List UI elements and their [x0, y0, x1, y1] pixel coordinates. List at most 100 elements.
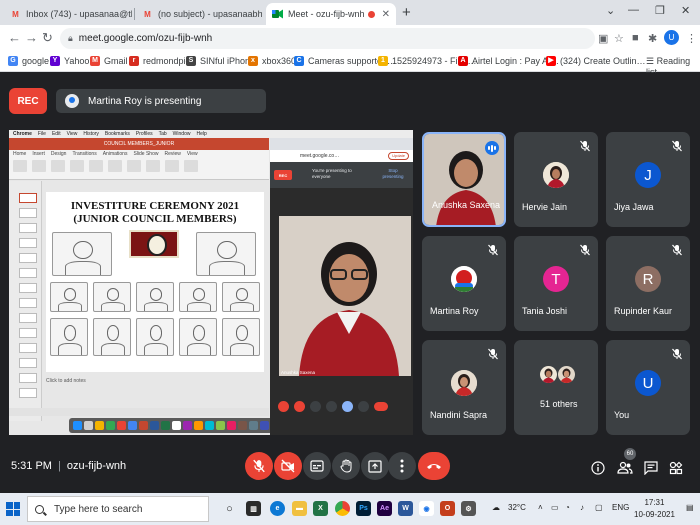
participant-tile[interactable]: Anushka Saxena — [422, 132, 506, 227]
bookmark-airtel[interactable]: A Airtel Login : Pay Ai… — [458, 56, 559, 66]
mic-off-icon — [253, 459, 265, 473]
windows-start-icon[interactable] — [6, 502, 20, 516]
slide-thumbnail — [19, 343, 37, 353]
raise-hand-button[interactable] — [332, 452, 360, 480]
bookmark-yahoo[interactable]: Y Yahoo — [50, 56, 89, 66]
mic-toggle-button[interactable] — [245, 452, 273, 480]
tab-meet[interactable]: Meet - ozu-fijb-wnh ✕ — [266, 3, 396, 25]
mic-off-icon — [580, 244, 590, 256]
lock-icon: 🔒︎ — [68, 33, 73, 43]
show-hidden-icons-icon[interactable]: ˄ — [538, 503, 543, 512]
tab-title: Inbox (743) - upasanaa@theindi… — [26, 9, 132, 19]
meet-controls-bar: 5:31 PM | ozu-fijb-wnh 60 — [0, 448, 700, 493]
forward-icon[interactable]: → — [25, 30, 38, 45]
chrome-profile-icon[interactable]: ◉ — [419, 501, 434, 516]
minimize-icon[interactable]: — — [628, 4, 639, 16]
photoshop-icon[interactable]: Ps — [356, 501, 371, 516]
slide-thumbnail — [19, 223, 37, 233]
language-indicator[interactable]: ENG — [612, 503, 629, 512]
portrait-sketch — [136, 282, 174, 312]
address-bar[interactable]: 🔒︎ meet.google.com/ozu-fijb-wnh — [60, 28, 595, 49]
camera-icon[interactable]: ▣ — [598, 32, 608, 45]
participant-tile[interactable]: Hervie Jain — [514, 132, 598, 227]
mic-off-icon — [580, 140, 590, 152]
taskbar-search[interactable]: Type here to search — [27, 496, 209, 522]
gmail-icon: M — [90, 56, 100, 66]
excel-icon[interactable]: X — [313, 501, 328, 516]
network-icon[interactable]: ◔ — [565, 503, 570, 512]
slide-thumbnail — [19, 328, 37, 338]
bookmark-xbox360[interactable]: x xbox360 — [248, 56, 296, 66]
menu-kebab-icon[interactable]: ⋮ — [686, 32, 697, 45]
tab-gmail-draft[interactable]: M (no subject) - upasanaabhalla13@… ✕ — [136, 3, 262, 25]
powerpoint-ribbon: COUNCIL MEMBERS_JUNIOR Home Insert Desig… — [9, 138, 269, 180]
more-options-button[interactable] — [388, 452, 416, 480]
cortana-icon[interactable]: ○ — [222, 501, 237, 516]
gmail-icon: M — [12, 9, 19, 19]
activities-button[interactable] — [668, 460, 684, 476]
slide-title: INVESTITURE CEREMONY 2021 (JUNIOR COUNCI… — [70, 200, 240, 225]
close-icon[interactable]: ✕ — [378, 9, 390, 20]
notifications-icon[interactable]: ▤ — [686, 503, 694, 512]
url-text: meet.google.com/ozu-fijb-wnh — [78, 33, 213, 44]
close-window-icon[interactable]: ✕ — [681, 4, 690, 17]
extension-icon[interactable]: ■ — [632, 32, 639, 44]
slide-thumbnail — [19, 238, 37, 248]
participant-tile[interactable]: J Jiya Jawa — [606, 132, 690, 227]
slide-thumbnail — [19, 283, 37, 293]
bookmark-gmail[interactable]: M Gmail — [90, 56, 128, 66]
word-icon[interactable]: W — [398, 501, 413, 516]
clock[interactable]: 17:31 10-09-2021 — [634, 497, 675, 521]
tab-search-icon[interactable]: ⌄ — [606, 4, 615, 17]
battery-icon[interactable]: ▭ — [551, 503, 559, 512]
bookmark-star-icon[interactable]: ☆ — [614, 32, 624, 45]
participant-tile[interactable]: Nandini Sapra — [422, 340, 506, 435]
avatar — [543, 162, 569, 188]
weather-icon[interactable]: ☁ — [492, 503, 500, 512]
file-explorer-icon[interactable]: ▬ — [292, 501, 307, 516]
new-tab-button[interactable]: + — [402, 4, 411, 21]
more-vert-icon — [400, 459, 404, 473]
google-icon: G — [8, 56, 18, 66]
extensions-puzzle-icon[interactable]: ✱ — [648, 32, 657, 45]
bookmarks-bar: Ggoogle Y Yahoo M Gmail r redmondpie S SINfu… — [0, 52, 700, 77]
bookmark-youtube[interactable]: ▶ (324) Create Outlin… — [546, 56, 646, 66]
reload-icon[interactable]: ↻ — [42, 30, 53, 46]
leave-call-button[interactable] — [418, 452, 450, 480]
volume-icon[interactable]: ♪ — [580, 503, 584, 512]
profile-avatar[interactable]: U — [664, 30, 679, 45]
chat-button[interactable] — [643, 460, 659, 476]
browser-tab-strip: M Inbox (743) - upasanaa@theindi… ✕ M (n… — [0, 0, 700, 25]
captions-button[interactable] — [303, 452, 331, 480]
slide-thumbnail — [19, 253, 37, 263]
participant-tile[interactable]: T Tania Joshi — [514, 236, 598, 331]
tab-gmail-inbox[interactable]: M Inbox (743) - upasanaa@theindi… ✕ — [4, 3, 132, 25]
office-icon[interactable]: O — [440, 501, 455, 516]
meeting-details-button[interactable] — [590, 460, 606, 476]
task-view-icon[interactable]: ▥ — [246, 501, 261, 516]
bookmark-google[interactable]: Ggoogle — [8, 56, 49, 66]
settings-gear-icon[interactable]: ⚙ — [461, 501, 476, 516]
bookmark-redmondpie[interactable]: r redmondpie — [129, 56, 191, 66]
chat-icon — [644, 461, 658, 475]
chrome-icon[interactable] — [335, 501, 350, 516]
edge-icon[interactable]: e — [270, 501, 285, 516]
back-icon[interactable]: ← — [8, 30, 21, 45]
presenter-icon — [65, 94, 79, 108]
participant-tile[interactable]: R Rupinder Kaur — [606, 236, 690, 331]
participant-tile-others[interactable]: 51 others — [514, 340, 598, 435]
participant-tile[interactable]: Martina Roy — [422, 236, 506, 331]
after-effects-icon[interactable]: Ae — [377, 501, 392, 516]
avatar — [451, 370, 477, 396]
participant-tile-self[interactable]: U You — [606, 340, 690, 435]
camera-toggle-button[interactable] — [274, 452, 302, 480]
portrait-sketch — [50, 318, 88, 356]
participants-button[interactable] — [617, 460, 633, 476]
bookmark-sinful-iphone[interactable]: S SINful iPhone — [186, 56, 255, 66]
display-icon[interactable]: ▢ — [595, 503, 603, 512]
recording-badge[interactable]: REC — [9, 88, 47, 114]
participant-name: You — [614, 410, 630, 420]
restore-icon[interactable]: ❐ — [655, 4, 665, 17]
slide-thumbnails — [9, 181, 42, 421]
present-now-button[interactable] — [361, 452, 389, 480]
